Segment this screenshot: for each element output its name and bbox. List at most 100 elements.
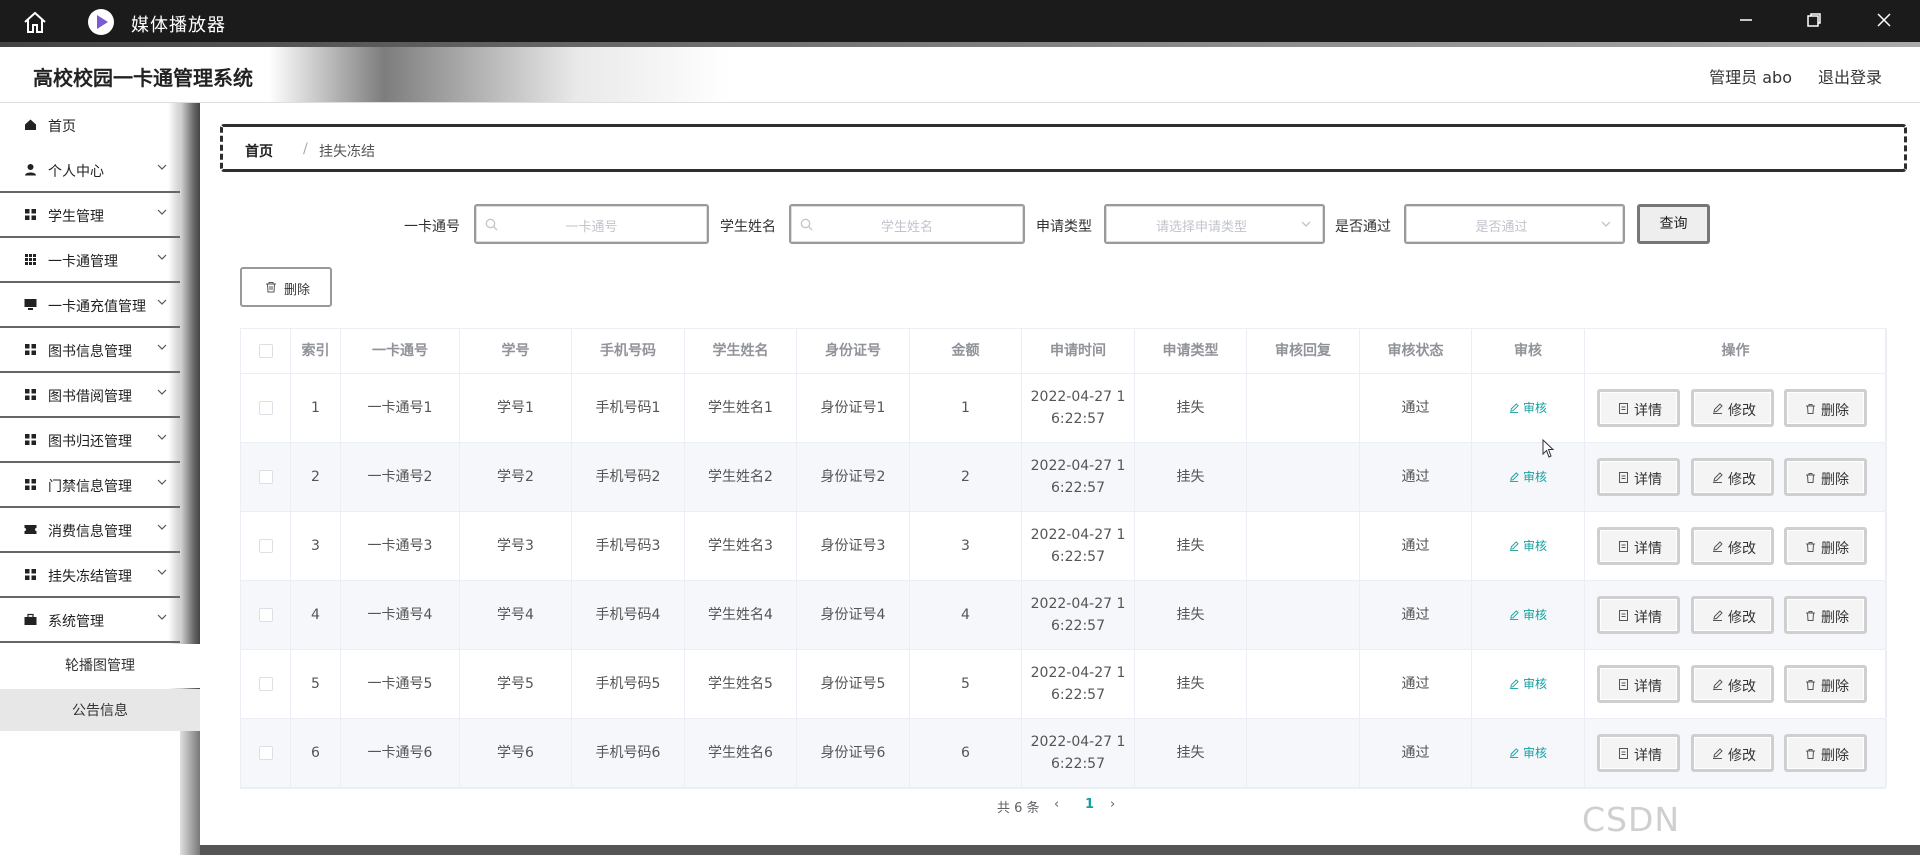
type-select[interactable]: 请选择申请类型 — [1104, 204, 1325, 244]
edit-button[interactable]: 修改 — [1691, 665, 1774, 703]
pagination-next[interactable]: › — [1110, 797, 1115, 812]
breadcrumb-separator: / — [303, 141, 308, 157]
detail-button[interactable]: 详情 — [1597, 458, 1680, 496]
breadcrumb-home[interactable]: 首页 — [245, 141, 273, 161]
row-checkbox[interactable] — [258, 677, 273, 691]
audit-link[interactable]: 审核 — [1472, 535, 1584, 557]
sidebar-item-7[interactable]: 图书归还管理 — [0, 418, 180, 463]
select-all-checkbox[interactable] — [258, 344, 273, 358]
detail-button[interactable]: 详情 — [1597, 734, 1680, 772]
window-title: 媒体播放器 — [131, 15, 226, 36]
sid-value: 学号1 — [497, 400, 534, 416]
detail-button[interactable]: 详情 — [1597, 389, 1680, 427]
sidebar-item-3[interactable]: 一卡通管理 — [0, 238, 180, 283]
pagination-prev[interactable]: ‹ — [1054, 797, 1059, 812]
audit-link[interactable]: 审核 — [1472, 673, 1584, 695]
card-search-input[interactable]: 一卡通号 — [474, 204, 709, 244]
sidebar-item-1[interactable]: 个人中心 — [0, 148, 180, 193]
status-value: 通过 — [1401, 745, 1430, 761]
cell-card: 一卡通号2 — [341, 443, 460, 511]
delete-button[interactable]: 删除 — [1784, 527, 1867, 565]
name-value: 学生姓名3 — [708, 538, 773, 554]
cell-reply — [1247, 512, 1360, 580]
sidebar-item-2[interactable]: 学生管理 — [0, 193, 180, 238]
logout-link[interactable]: 退出登录 — [1818, 64, 1882, 88]
audit-link[interactable]: 审核 — [1472, 604, 1584, 626]
cell-phone: 手机号码1 — [572, 374, 685, 442]
row-checkbox[interactable] — [258, 539, 273, 553]
pass-select[interactable]: 是否通过 — [1404, 204, 1625, 244]
row-checkbox[interactable] — [258, 746, 273, 760]
amount-value: 4 — [961, 607, 970, 623]
card-value: 一卡通号6 — [367, 745, 433, 761]
sidebar-item-9[interactable]: 消费信息管理 — [0, 508, 180, 553]
audit-link[interactable]: 审核 — [1472, 742, 1584, 764]
monitor-icon — [24, 299, 37, 310]
column-header-label: 学号 — [501, 343, 530, 359]
detail-label: 详情 — [1634, 748, 1662, 764]
type-value: 挂失 — [1176, 538, 1205, 554]
table-row: 6 一卡通号6 学号6 手机号码6 学生姓名6 身份证号6 6 2022-04-27 1 6:… — [241, 719, 1887, 788]
sidebar-item-label: 首页 — [48, 119, 76, 135]
cell-time: 2022-04-27 1 6:22:57 — [1022, 581, 1135, 649]
sidebar-item-5[interactable]: 图书信息管理 — [0, 328, 180, 373]
cell-audit: 审核 — [1472, 650, 1585, 718]
time-value: 2022-04-27 1 6:22:57 — [1030, 458, 1126, 496]
delete-button[interactable]: 删除 — [1784, 734, 1867, 772]
document-icon — [1619, 679, 1628, 690]
sid-value: 学号4 — [497, 607, 534, 623]
edit-button[interactable]: 修改 — [1691, 596, 1774, 634]
cell-card: 一卡通号4 — [341, 581, 460, 649]
delete-button[interactable]: 删除 — [1784, 458, 1867, 496]
minimize-icon[interactable] — [1732, 8, 1760, 34]
edit-button[interactable]: 修改 — [1691, 527, 1774, 565]
delete-label: 删除 — [1821, 403, 1849, 419]
sidebar-item-8[interactable]: 门禁信息管理 — [0, 463, 180, 508]
detail-button[interactable]: 详情 — [1597, 596, 1680, 634]
edit-icon — [1509, 472, 1519, 482]
edit-icon — [1713, 403, 1723, 414]
cell-ops: 详情 修改 删除 — [1585, 374, 1887, 442]
detail-button[interactable]: 详情 — [1597, 527, 1680, 565]
delete-button[interactable]: 删除 — [1784, 389, 1867, 427]
cell-chk — [241, 512, 291, 580]
audit-link[interactable]: 审核 — [1472, 466, 1584, 488]
cell-name: 学生姓名4 — [685, 581, 797, 649]
sidebar-subitem-notice[interactable]: 公告信息 — [0, 689, 200, 733]
sidebar-item-10[interactable]: 挂失冻结管理 — [0, 553, 180, 598]
batch-delete-button[interactable]: 删除 — [240, 267, 332, 307]
restore-icon[interactable] — [1800, 8, 1828, 34]
query-button[interactable]: 查询 — [1637, 204, 1710, 244]
column-header-label: 手机号码 — [600, 343, 656, 359]
sidebar-subitem-carousel[interactable]: 轮播图管理 — [0, 644, 200, 688]
delete-button[interactable]: 删除 — [1784, 596, 1867, 634]
audit-label: 审核 — [1522, 539, 1547, 553]
edit-button[interactable]: 修改 — [1691, 734, 1774, 772]
close-icon[interactable] — [1870, 8, 1898, 34]
edit-label: 修改 — [1728, 610, 1756, 626]
card-value: 一卡通号5 — [367, 676, 433, 692]
cell-name: 学生姓名2 — [685, 443, 797, 511]
audit-link[interactable]: 审核 — [1472, 397, 1584, 419]
column-header: 申请时间 — [1022, 329, 1135, 373]
row-checkbox[interactable] — [258, 470, 273, 484]
row-checkbox[interactable] — [258, 608, 273, 622]
pagination-page[interactable]: 1 — [1085, 797, 1094, 812]
name-label: 学生姓名 — [720, 219, 776, 235]
edit-button[interactable]: 修改 — [1691, 389, 1774, 427]
sidebar-item-11[interactable]: 系统管理 — [0, 598, 180, 643]
admin-label[interactable]: 管理员 abo — [1709, 64, 1792, 88]
sidebar-item-4[interactable]: 一卡通充值管理 — [0, 283, 180, 328]
status-value: 通过 — [1401, 607, 1430, 623]
sidebar-item-0[interactable]: 首页 — [0, 103, 180, 148]
home-icon[interactable] — [22, 10, 48, 34]
delete-button[interactable]: 删除 — [1784, 665, 1867, 703]
edit-button[interactable]: 修改 — [1691, 458, 1774, 496]
amount-value: 3 — [961, 538, 970, 554]
card-value: 一卡通号4 — [367, 607, 433, 623]
name-search-input[interactable]: 学生姓名 — [789, 204, 1025, 244]
detail-button[interactable]: 详情 — [1597, 665, 1680, 703]
sidebar-item-6[interactable]: 图书借阅管理 — [0, 373, 180, 418]
row-checkbox[interactable] — [258, 401, 273, 415]
column-header-label: 申请类型 — [1162, 343, 1219, 359]
